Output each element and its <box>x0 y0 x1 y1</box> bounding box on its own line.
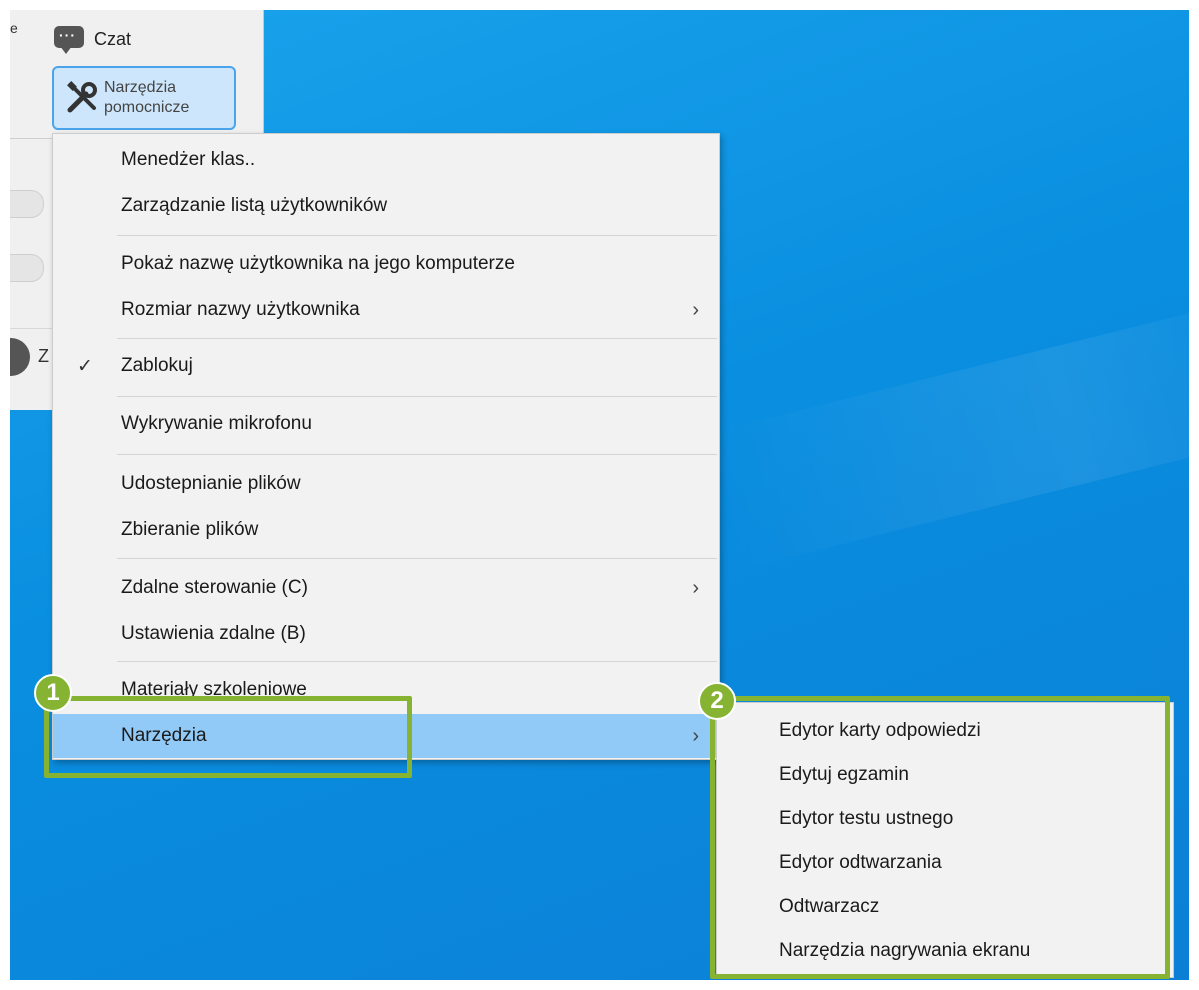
menu-separator <box>117 235 717 236</box>
callout-badge-1: 1 <box>34 674 72 712</box>
chevron-right-icon: › <box>692 576 699 599</box>
desktop-light-ray <box>701 289 1189 571</box>
menu-separator <box>117 454 717 455</box>
checkmark-icon: ✓ <box>77 355 93 377</box>
menu-item-lock[interactable]: ✓ Zablokuj <box>53 344 719 388</box>
menu-separator <box>117 558 717 559</box>
wrench-screwdriver-icon <box>60 78 104 118</box>
truncated-label: e <box>10 20 18 36</box>
user-icon <box>10 338 30 376</box>
helper-tools-button[interactable]: Narzędzia pomocnicze <box>52 66 236 130</box>
menu-item-class-manager[interactable]: Menedżer klas.. <box>53 138 719 182</box>
menu-item-file-sharing[interactable]: Udostepnianie plików <box>53 462 719 506</box>
callout-box-1 <box>44 696 412 778</box>
toggle-switch-1[interactable] <box>10 190 44 218</box>
chat-button[interactable]: ··· Czat <box>52 16 242 62</box>
menu-item-microphone-detection[interactable]: Wykrywanie mikrofonu <box>53 402 719 446</box>
chevron-right-icon: › <box>692 298 699 321</box>
callout-box-2 <box>710 696 1170 979</box>
context-menu: Menedżer klas.. Zarządzanie listą użytko… <box>52 133 720 760</box>
callout-badge-2: 2 <box>698 682 736 720</box>
truncated-label-z: Z <box>38 346 49 366</box>
menu-item-remote-settings[interactable]: Ustawienia zdalne (B) <box>53 612 719 656</box>
menu-separator <box>117 661 717 662</box>
menu-separator <box>117 338 717 339</box>
menu-item-remote-control[interactable]: Zdalne sterowanie (C) › <box>53 566 719 610</box>
menu-item-show-username[interactable]: Pokaż nazwę użytkownika na jego komputer… <box>53 242 719 286</box>
menu-item-user-list-management[interactable]: Zarządzanie listą użytkowników <box>53 184 719 228</box>
chat-label: Czat <box>94 28 132 49</box>
menu-item-file-collection[interactable]: Zbieranie plików <box>53 508 719 552</box>
chevron-right-icon: › <box>692 724 699 747</box>
helper-tools-label: Narzędzia pomocnicze <box>104 79 190 116</box>
toggle-switch-2[interactable] <box>10 254 44 282</box>
menu-item-username-size[interactable]: Rozmiar nazwy użytkownika › <box>53 288 719 332</box>
chat-icon: ··· <box>52 24 86 54</box>
menu-separator <box>117 396 717 397</box>
